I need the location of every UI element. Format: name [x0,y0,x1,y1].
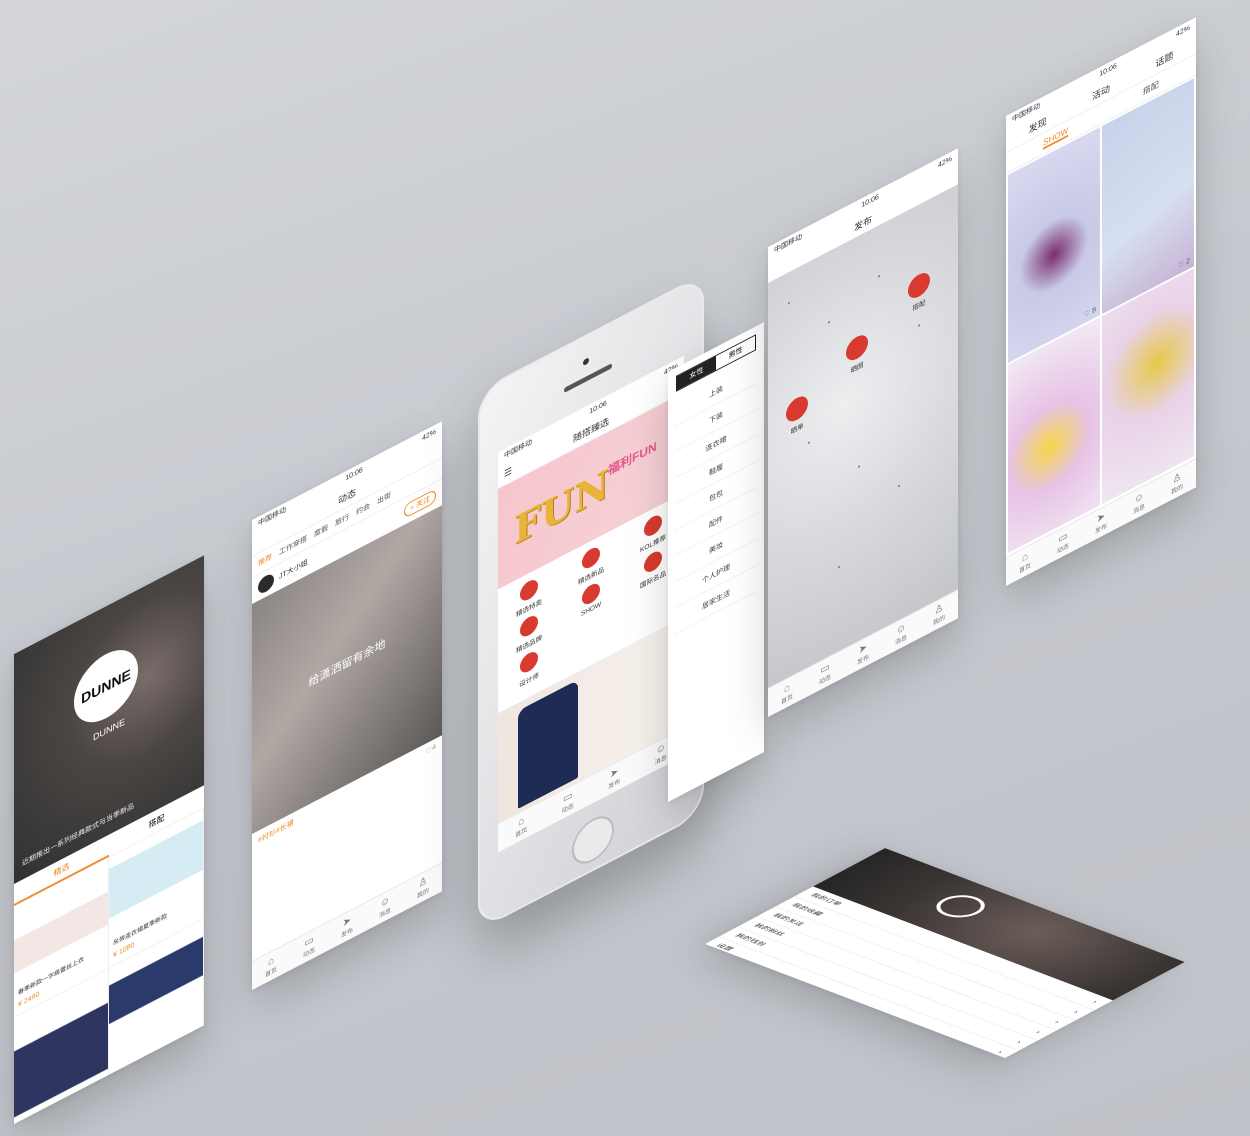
tab-messages[interactable]: ☺ 消息 [379,894,391,920]
like-count: ♡ 8 [1083,306,1096,320]
tab-messages[interactable]: ☺ 消息 [1133,490,1145,516]
chevron-right-icon: › [1052,1019,1062,1024]
tab-profile[interactable]: ♙ 我的 [1171,470,1183,495]
discover-header-tab[interactable]: 活动 [1092,80,1110,102]
tab-feed[interactable]: ▭ 动态 [303,933,315,959]
home-button[interactable] [572,808,614,872]
sparkle [898,484,900,488]
tab-profile[interactable]: ♙ 我的 [417,874,429,899]
tab-label: 首页 [1018,562,1031,575]
release-option-label: 晒单 [790,422,804,437]
discover-header-tab[interactable]: 话题 [1155,47,1173,69]
tab-label: 首页 [780,693,793,706]
tab-profile[interactable]: ♙ 我的 [933,601,945,626]
sparkle [828,320,830,324]
tab-messages[interactable]: ☺ 消息 [655,741,667,767]
chevron-right-icon: › [1090,999,1100,1004]
tab-messages[interactable]: ☺ 消息 [895,621,907,647]
like-count: 4 [432,743,436,753]
moon-logo-icon [926,890,995,922]
tab-feed[interactable]: ▭ 动态 [1057,529,1069,555]
tab-post[interactable]: ➤ 发布 [608,765,620,790]
sparkle [918,323,920,327]
sparkle [878,274,880,278]
brand-screen: DUNNE DUNNE 近期推出一系列经典款式与当季新品 精选 搭配 春季新款一… [14,555,204,1124]
sparkle [858,465,860,469]
tab-home[interactable]: ⌂ 首页 [515,814,527,839]
search-circle-icon [908,268,930,303]
release-option-label: 搭配 [912,299,926,313]
chevron-right-icon: › [1014,1039,1024,1045]
shirt-icon [846,331,868,365]
camera-icon [583,357,589,367]
tab-home[interactable]: ⌂ 首页 [265,954,277,979]
profile-screen: 我的订单 › 我的收藏 › 我的关注 › 我的粉丝 › 我的钱包 › 设置 › [705,848,1185,1058]
category-menu: 女性 男性 上装 下装 连衣裙 鞋履 包包 配件 美妆 个人护理 居家生活 [668,322,764,802]
avatar[interactable] [258,571,274,596]
feed-screen: 中国移动 10:06 42% 动态 推荐 工作穿搭 度假 旅行 约会 出街 JT… [252,421,442,990]
tab-bar: ⌂ 首页 ▭ 动态 ➤ 发布 ☺ 消息 ♙ 我的 [252,862,442,990]
banner-subtitle: 福利FUN [608,438,657,479]
profile-row-label: 设置 [713,943,735,952]
sparkle [788,301,790,305]
tab-home[interactable]: ⌂ 首页 [1019,550,1031,575]
tab-post[interactable]: ➤ 发布 [857,641,869,666]
showcase-stage: DUNNE DUNNE 近期推出一系列经典款式与当季新品 精选 搭配 春季新款一… [0,0,1250,1136]
release-option[interactable]: 搭配 [908,268,930,315]
speaker-grille [564,363,612,394]
tab-post[interactable]: ➤ 发布 [341,914,353,939]
category-tab[interactable]: 推荐 [258,552,272,569]
discover-screen: 中国移动 10:06 42% 发现 活动 话题 SHOW 搭配 ♡ 8 ♡ 2 … [1006,17,1196,586]
release-option[interactable]: 晒图 [846,331,868,377]
release-option[interactable]: 晒单 [786,392,808,438]
release-option-label: 晒图 [850,361,864,376]
tab-post[interactable]: ➤ 发布 [1095,510,1107,535]
chevron-right-icon: › [996,1049,1005,1055]
feed-title: 动态 [337,486,356,506]
like-count: ♡ 2 [1177,257,1190,271]
chevron-right-icon: › [1071,1009,1081,1014]
menu-icon[interactable]: ☰ [504,465,512,480]
tab-home[interactable]: ⌂ 首页 [781,681,793,706]
category-tab[interactable]: 度假 [314,522,328,539]
tab-label: 首页 [264,966,277,979]
sparkle [808,441,810,445]
post-caption: 给潇洒留有余地 [308,637,386,690]
chevron-right-icon: › [1033,1029,1043,1035]
category-tab[interactable]: 出街 [377,490,391,507]
tab-feed[interactable]: ▭ 动态 [819,660,831,686]
release-screen: 中国移动 10:06 42% 发布 晒单 晒图 搭配 ⌂ 首页 ▭ 动态 ➤ 发布 ☺… [768,148,958,717]
tab-label: 首页 [515,826,528,839]
home-screen: 中国移动 10:06 42% ☰ 随搭臻选 ⌕ FUN 福利FUN 精选特卖 精… [498,355,684,853]
category-tab[interactable]: 旅行 [335,512,349,529]
tab-feed[interactable]: ▭ 动态 [562,789,574,815]
sparkle [838,565,840,569]
category-tab[interactable]: 约会 [356,501,370,518]
discover-header-tab[interactable]: 发现 [1029,113,1047,135]
order-icon [786,392,808,426]
